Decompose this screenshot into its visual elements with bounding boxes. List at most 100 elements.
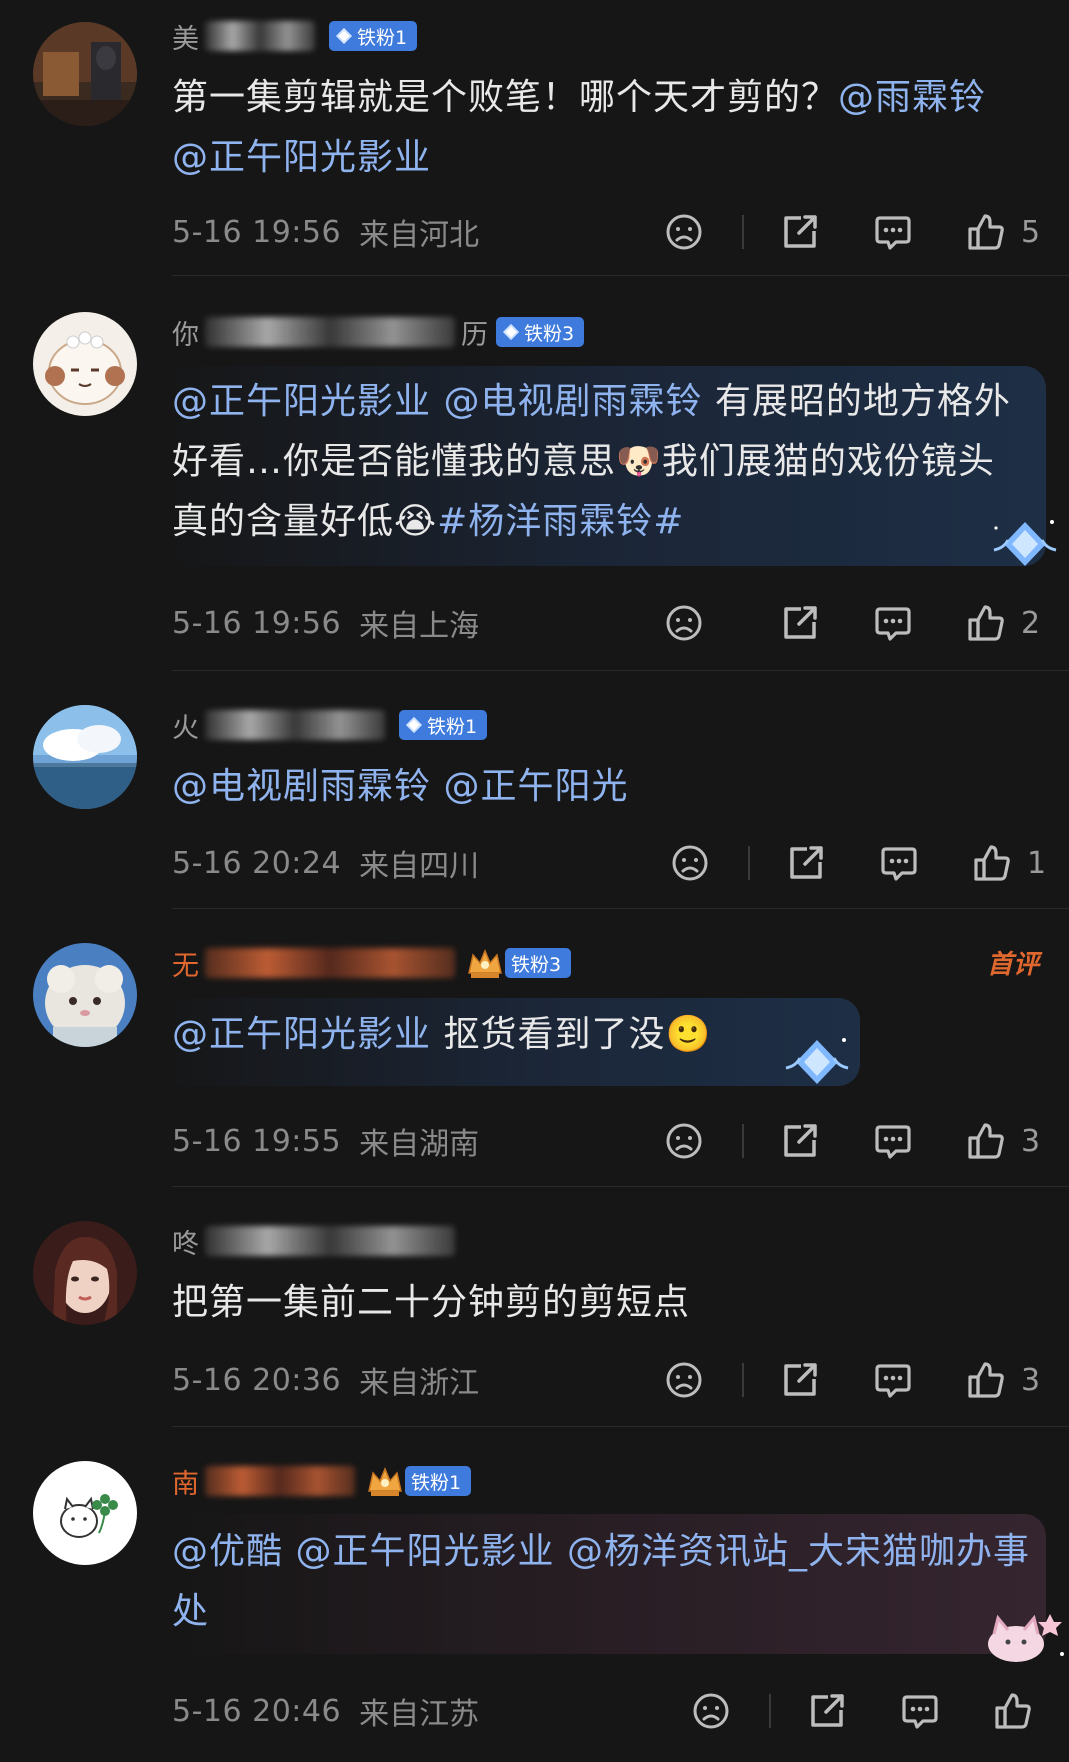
- blurred-username: [205, 1226, 455, 1256]
- username-text: 历: [461, 319, 488, 351]
- mention-link[interactable]: @电视剧雨霖铃: [172, 766, 431, 807]
- mention-link[interactable]: @雨霖铃: [838, 77, 986, 118]
- text-segment: [554, 1531, 566, 1572]
- location: 来自浙江: [359, 1366, 480, 1401]
- timestamp: 5-16 20:24: [172, 845, 342, 881]
- separator: [748, 846, 750, 880]
- timestamp: 5-16 20:46: [172, 1693, 342, 1729]
- reply-icon[interactable]: [872, 1359, 914, 1401]
- comment-text: 第一集剪辑就是个败笔！哪个天才剪的？@雨霖铃 @正午阳光影业: [172, 68, 1032, 188]
- reply-icon[interactable]: [872, 211, 914, 253]
- username[interactable]: 美 铁粉1: [172, 14, 418, 58]
- divider: [172, 670, 1069, 671]
- like-icon[interactable]: [965, 1359, 1007, 1401]
- diamond-icon: [502, 323, 520, 341]
- username[interactable]: 无 铁粉3: [172, 941, 572, 985]
- text-segment: [431, 766, 443, 807]
- separator: [742, 215, 744, 249]
- blurred-username: [205, 948, 455, 978]
- comment-text: @正午阳光影业 @电视剧雨霖铃 有展昭的地方格外好看…你是否能懂我的意思🐶我们展…: [172, 372, 1022, 552]
- avatar[interactable]: [33, 312, 137, 416]
- username-text: 你: [172, 319, 199, 351]
- avatar[interactable]: [33, 705, 137, 809]
- first-comment-tag: 首评: [986, 950, 1039, 980]
- fan-badge[interactable]: 铁粉1: [399, 710, 488, 740]
- text-segment: [283, 1531, 295, 1572]
- timestamp: 5-16 19:56: [172, 605, 342, 641]
- share-icon[interactable]: [806, 1690, 848, 1732]
- blurred-username: [205, 21, 315, 51]
- badge-label: 铁粉1: [357, 26, 408, 49]
- like-count: 1: [1027, 845, 1047, 881]
- dislike-face-icon[interactable]: [690, 1690, 732, 1732]
- username[interactable]: 南 铁粉1: [172, 1459, 472, 1503]
- avatar[interactable]: [33, 943, 137, 1047]
- share-icon[interactable]: [779, 1120, 821, 1162]
- divider: [172, 908, 1069, 909]
- text-segment: 抠货看到了没🙂: [431, 1014, 712, 1055]
- like-icon[interactable]: [971, 842, 1013, 884]
- fan-badge[interactable]: 铁粉1: [405, 1466, 472, 1496]
- share-icon[interactable]: [779, 1359, 821, 1401]
- username[interactable]: 咚: [172, 1219, 461, 1263]
- separator: [742, 1124, 744, 1158]
- mention-link[interactable]: @正午阳光影业: [172, 137, 431, 178]
- mention-link[interactable]: @电视剧雨霖铃: [443, 381, 702, 422]
- timestamp: 5-16 20:36: [172, 1362, 342, 1398]
- fan-badge[interactable]: 铁粉3: [496, 317, 585, 347]
- comment-actions: 1: [669, 838, 1046, 888]
- mention-link[interactable]: @优酷: [172, 1531, 283, 1572]
- username-text: 南: [172, 1468, 199, 1500]
- share-icon[interactable]: [779, 602, 821, 644]
- reply-icon[interactable]: [878, 842, 920, 884]
- like-icon[interactable]: [965, 602, 1007, 644]
- divider: [172, 1426, 1069, 1427]
- crown-icon: [468, 949, 502, 978]
- like-icon[interactable]: [965, 211, 1007, 253]
- location: 来自江苏: [359, 1697, 480, 1732]
- mention-link[interactable]: @正午阳光影业: [172, 381, 431, 422]
- comment-actions: 2: [663, 598, 1040, 648]
- blurred-username: [205, 1466, 355, 1496]
- username[interactable]: 火 铁粉1: [172, 703, 488, 747]
- like-count: 3: [1021, 1123, 1041, 1159]
- mention-link[interactable]: @正午阳光影业: [295, 1531, 554, 1572]
- dislike-face-icon[interactable]: [663, 211, 705, 253]
- share-icon[interactable]: [785, 842, 827, 884]
- location: 来自四川: [359, 849, 480, 884]
- fan-badge[interactable]: 铁粉1: [329, 21, 418, 51]
- diamond-icon: [335, 27, 353, 45]
- text-segment: 把第一集前二十分钟剪的剪短点: [172, 1282, 691, 1323]
- fan-badge[interactable]: 铁粉3: [505, 948, 572, 978]
- comment-actions: 3: [663, 1116, 1040, 1166]
- avatar[interactable]: [33, 1461, 137, 1565]
- username-text: 美: [172, 23, 199, 55]
- text-segment: [431, 381, 443, 422]
- avatar[interactable]: [33, 22, 137, 126]
- mention-link[interactable]: @正午阳光: [443, 766, 628, 807]
- comment-text: @正午阳光影业 抠货看到了没🙂: [172, 1005, 1032, 1065]
- reply-icon[interactable]: [899, 1690, 941, 1732]
- divider: [172, 1186, 1069, 1187]
- blurred-username: [205, 710, 385, 740]
- blurred-username: [205, 317, 455, 347]
- dislike-face-icon[interactable]: [669, 842, 711, 884]
- timestamp: 5-16 19:55: [172, 1123, 342, 1159]
- comment-actions: [690, 1686, 1034, 1736]
- hashtag-link[interactable]: #杨洋雨霖铃#: [437, 501, 684, 542]
- dislike-face-icon[interactable]: [663, 1120, 705, 1162]
- username-text: 无: [172, 950, 199, 982]
- like-icon[interactable]: [965, 1120, 1007, 1162]
- mention-link[interactable]: @正午阳光影业: [172, 1014, 431, 1055]
- reply-icon[interactable]: [872, 602, 914, 644]
- dislike-face-icon[interactable]: [663, 1359, 705, 1401]
- like-icon[interactable]: [992, 1690, 1034, 1732]
- avatar[interactable]: [33, 1221, 137, 1325]
- share-icon[interactable]: [779, 211, 821, 253]
- username[interactable]: 你 历 铁粉3: [172, 310, 585, 354]
- reply-icon[interactable]: [872, 1120, 914, 1162]
- comment-actions: 3: [663, 1355, 1040, 1405]
- dislike-face-icon[interactable]: [663, 602, 705, 644]
- like-count: 3: [1021, 1362, 1041, 1398]
- crown-icon: [368, 1467, 402, 1496]
